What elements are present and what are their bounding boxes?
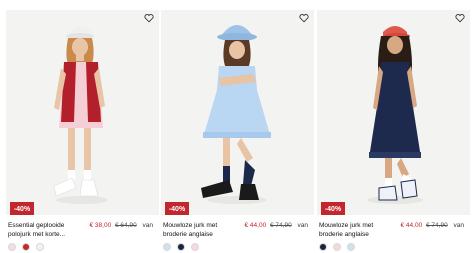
- original-price: € 74,90: [426, 222, 448, 229]
- original-price: € 74,90: [270, 222, 292, 229]
- discount-badge: -40%: [321, 202, 345, 215]
- model-photo: [201, 25, 271, 204]
- product-card[interactable]: -40% Mouwloze jurk met broderie anglaise…: [161, 0, 314, 253]
- color-swatches: [163, 243, 199, 253]
- original-price: € 64,90: [115, 222, 137, 229]
- color-swatches: [8, 243, 44, 253]
- model-photo: [53, 26, 108, 204]
- color-swatches: [319, 243, 355, 253]
- price-from-label: van: [297, 222, 308, 229]
- product-card[interactable]: -40% Essential geplooide polojurk met ko…: [6, 0, 159, 253]
- product-info: Mouwloze jurk met broderie anglaise € 44…: [317, 221, 470, 241]
- sale-price: € 38,00: [89, 222, 112, 229]
- color-swatch[interactable]: [319, 243, 327, 251]
- model-photo: [367, 26, 423, 204]
- color-swatch[interactable]: [22, 243, 30, 251]
- color-swatch[interactable]: [36, 243, 44, 251]
- color-swatch[interactable]: [347, 243, 355, 251]
- price-group: € 44,00 € 74,90 van: [401, 221, 464, 230]
- product-image[interactable]: -40%: [6, 10, 159, 215]
- price-group: € 38,00 € 64,90 van: [90, 221, 153, 230]
- color-swatch[interactable]: [333, 243, 341, 251]
- wishlist-heart-icon[interactable]: [299, 13, 309, 23]
- product-image[interactable]: -40%: [317, 10, 470, 215]
- sale-price: € 44,00: [244, 222, 267, 229]
- product-image[interactable]: -40%: [161, 10, 314, 215]
- price-from-label: van: [453, 222, 464, 229]
- price-from-label: van: [142, 222, 153, 229]
- product-title[interactable]: Mouwloze jurk met broderie anglaise: [319, 221, 395, 239]
- wishlist-heart-icon[interactable]: [455, 13, 465, 23]
- color-swatch[interactable]: [177, 243, 185, 251]
- discount-badge: -40%: [165, 202, 189, 215]
- product-title[interactable]: Essential geplooide polojurk met korte..…: [8, 221, 84, 239]
- color-swatch[interactable]: [8, 243, 16, 251]
- product-info: Mouwloze jurk met broderie anglaise € 44…: [161, 221, 314, 241]
- discount-badge: -40%: [10, 202, 34, 215]
- color-swatch[interactable]: [191, 243, 199, 251]
- product-card[interactable]: -40% Mouwloze jurk met broderie anglaise…: [317, 0, 470, 253]
- price-group: € 44,00 € 74,90 van: [245, 221, 308, 230]
- product-info: Essential geplooide polojurk met korte..…: [6, 221, 159, 241]
- color-swatch[interactable]: [163, 243, 171, 251]
- sale-price: € 44,00: [400, 222, 423, 229]
- product-title[interactable]: Mouwloze jurk met broderie anglaise: [163, 221, 239, 239]
- wishlist-heart-icon[interactable]: [144, 13, 154, 23]
- product-grid: -40% Essential geplooide polojurk met ko…: [0, 0, 475, 253]
